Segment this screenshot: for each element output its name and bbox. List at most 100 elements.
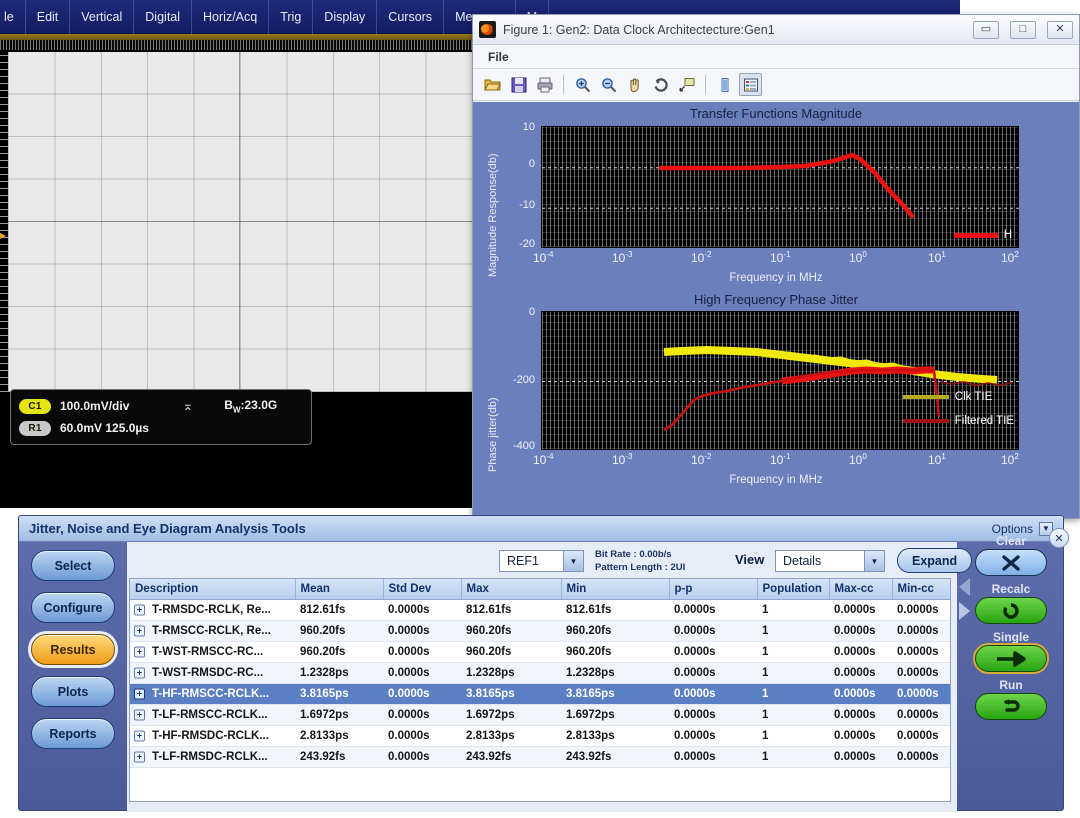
chart1-plot-area[interactable]: H <box>541 126 1020 248</box>
column-header-mean[interactable]: Mean <box>295 579 384 600</box>
scope-menu-trig[interactable]: Trig <box>269 0 314 34</box>
table-row[interactable]: + T-RMSDC-RCLK, Re... 812.61fs 0.0000s 81… <box>130 599 950 621</box>
cell-description[interactable]: + T-RMSCC-RCLK, Re... <box>130 620 295 642</box>
table-row-selected[interactable]: ▶+T-HF-RMSCC-RCLK... 3.8165ps 0.0000s 3.… <box>130 683 950 705</box>
scope-menu-display[interactable]: Display <box>313 0 378 34</box>
cell-std-dev: 0.0000s <box>383 704 461 726</box>
cell-description[interactable]: + T-RMSDC-RCLK, Re... <box>130 599 295 621</box>
sidebar-item-select[interactable]: Select <box>31 550 115 581</box>
column-header-population[interactable]: Population <box>757 579 830 600</box>
row-expander-icon[interactable]: + <box>134 751 145 762</box>
table-row[interactable]: + T-LF-RMSDC-RCLK... 243.92fs 0.0000s 243… <box>130 746 950 768</box>
print-icon[interactable] <box>533 73 556 96</box>
sidebar-item-plots[interactable]: Plots <box>31 676 115 707</box>
run-button[interactable] <box>975 693 1047 720</box>
clear-button[interactable] <box>975 549 1047 576</box>
figure-menu-file[interactable]: File <box>483 50 514 64</box>
toolbar-separator-2 <box>705 75 706 94</box>
view-select-chevron-down-icon[interactable]: ▼ <box>864 551 884 571</box>
row-expander-icon[interactable]: + <box>134 688 145 699</box>
chart2-ytick-0: 0 <box>528 306 535 318</box>
figure-toolbar <box>473 69 1079 101</box>
source-select[interactable]: REF1 ▼ <box>499 550 584 572</box>
sidebar-item-results[interactable]: Results <box>28 631 118 668</box>
cell-description[interactable]: ▶+T-HF-RMSCC-RCLK... <box>130 683 295 705</box>
cell-description[interactable]: + T-LF-RMSCC-RCLK... <box>130 704 295 726</box>
scope-graticule[interactable] <box>8 52 472 392</box>
scope-menu-digital[interactable]: Digital <box>134 0 193 34</box>
row-expander-icon[interactable]: + <box>134 709 145 720</box>
legend-swatch-h <box>953 232 998 238</box>
cell-mean: 2.8133ps <box>295 725 383 747</box>
recalc-button[interactable] <box>975 597 1047 624</box>
table-row[interactable]: + T-WST-RMSCC-RC... 960.20fs 0.0000s 960.… <box>130 641 950 663</box>
cell-min: 2.8133ps <box>561 725 669 747</box>
legend-label-h: H <box>1003 229 1012 241</box>
table-row[interactable]: + T-RMSCC-RCLK, Re... 960.20fs 0.0000s 96… <box>130 620 950 642</box>
cell-description[interactable]: + T-LF-RMSDC-RCLK... <box>130 746 295 768</box>
source-select-chevron-down-icon[interactable]: ▼ <box>563 551 583 571</box>
scope-menu-file[interactable]: le <box>0 0 26 34</box>
nav-previous-icon[interactable] <box>959 578 970 596</box>
chart2-plot-area[interactable]: Clk TIE Filtered TIE <box>541 311 1020 450</box>
column-header-description[interactable]: Description <box>130 579 296 600</box>
view-select[interactable]: Details ▼ <box>775 550 885 572</box>
chart1-xtick-3: 10-1 <box>770 250 791 265</box>
scope-menu-cursors[interactable]: Cursors <box>377 0 445 34</box>
zoom-in-icon[interactable] <box>571 73 594 96</box>
nav-next-icon[interactable] <box>959 602 970 620</box>
refresh-icon <box>1003 602 1019 619</box>
scope-menu-horiz-acq[interactable]: Horiz/Acq <box>192 0 270 34</box>
cell-mean: 243.92fs <box>295 746 383 768</box>
cell-p-p: 0.0000s <box>669 704 757 726</box>
row-expander-icon[interactable]: + <box>134 625 145 636</box>
row-expander-icon[interactable]: + <box>134 646 145 657</box>
rotate-3d-icon[interactable] <box>649 73 672 96</box>
matlab-icon <box>479 21 496 38</box>
row-expander-icon[interactable]: + <box>134 604 145 615</box>
figure-title-bar[interactable]: Figure 1: Gen2: Data Clock Architectectu… <box>473 15 1079 45</box>
column-header-max[interactable]: Max <box>461 579 562 600</box>
chart2-xtick-2: 10-2 <box>691 452 712 467</box>
row-expander-icon[interactable]: + <box>134 667 145 678</box>
close-panel-button[interactable]: ✕ <box>1049 528 1069 548</box>
data-cursor-icon[interactable] <box>675 73 698 96</box>
scope-menu-vertical[interactable]: Vertical <box>70 0 135 34</box>
table-row[interactable]: + T-LF-RMSCC-RCLK... 1.6972ps 0.0000s 1.6… <box>130 704 950 726</box>
legend-label-filtered-tie: Filtered TIE <box>954 415 1014 427</box>
single-button[interactable] <box>973 643 1049 674</box>
column-header-min-cc[interactable]: Min-cc <box>892 579 950 600</box>
sidebar-item-reports[interactable]: Reports <box>31 718 115 749</box>
channel-c1-scale: 100.0mV/div <box>60 399 130 413</box>
table-row[interactable]: + T-WST-RMSDC-RC... 1.2328ps 0.0000s 1.23… <box>130 662 950 684</box>
cell-min-cc: 0.0000s <box>892 725 950 747</box>
column-header-std-dev[interactable]: Std Dev <box>383 579 462 600</box>
minimize-button[interactable]: ▭ <box>973 20 999 39</box>
bandwidth-readout: BW:23.0G <box>224 397 278 415</box>
legend-icon[interactable] <box>739 73 762 96</box>
column-header-p-p[interactable]: p-p <box>669 579 758 600</box>
channel-c1-badge[interactable]: C1 <box>19 398 51 414</box>
maximize-button[interactable]: □ <box>1010 20 1036 39</box>
save-icon[interactable] <box>507 73 530 96</box>
sidebar-item-configure[interactable]: Configure <box>31 592 115 623</box>
zoom-out-icon[interactable] <box>597 73 620 96</box>
close-button[interactable]: ✕ <box>1047 20 1073 39</box>
row-expander-icon[interactable]: + <box>134 730 145 741</box>
column-header-min[interactable]: Min <box>561 579 670 600</box>
scope-menu-edit[interactable]: Edit <box>26 0 71 34</box>
cell-description[interactable]: + T-HF-RMSDC-RCLK... <box>130 725 295 747</box>
results-table-head: Description Mean Std Dev Max Min p-p Pop… <box>130 579 950 600</box>
colorbar-icon[interactable] <box>713 73 736 96</box>
results-table-container[interactable]: Description Mean Std Dev Max Min p-p Pop… <box>129 578 951 802</box>
table-row[interactable]: + T-HF-RMSDC-RCLK... 2.8133ps 0.0000s 2.8… <box>130 725 950 747</box>
cell-description[interactable]: + T-WST-RMSDC-RC... <box>130 662 295 684</box>
pan-hand-icon[interactable] <box>623 73 646 96</box>
cell-max: 1.6972ps <box>461 704 561 726</box>
graticule-center-horizontal <box>8 221 472 222</box>
column-header-max-cc[interactable]: Max-cc <box>829 579 893 600</box>
matlab-figure-window[interactable]: Figure 1: Gen2: Data Clock Architectectu… <box>472 14 1080 519</box>
open-file-icon[interactable] <box>481 73 504 96</box>
cell-description[interactable]: + T-WST-RMSCC-RC... <box>130 641 295 663</box>
ref-r1-badge[interactable]: R1 <box>19 420 51 436</box>
